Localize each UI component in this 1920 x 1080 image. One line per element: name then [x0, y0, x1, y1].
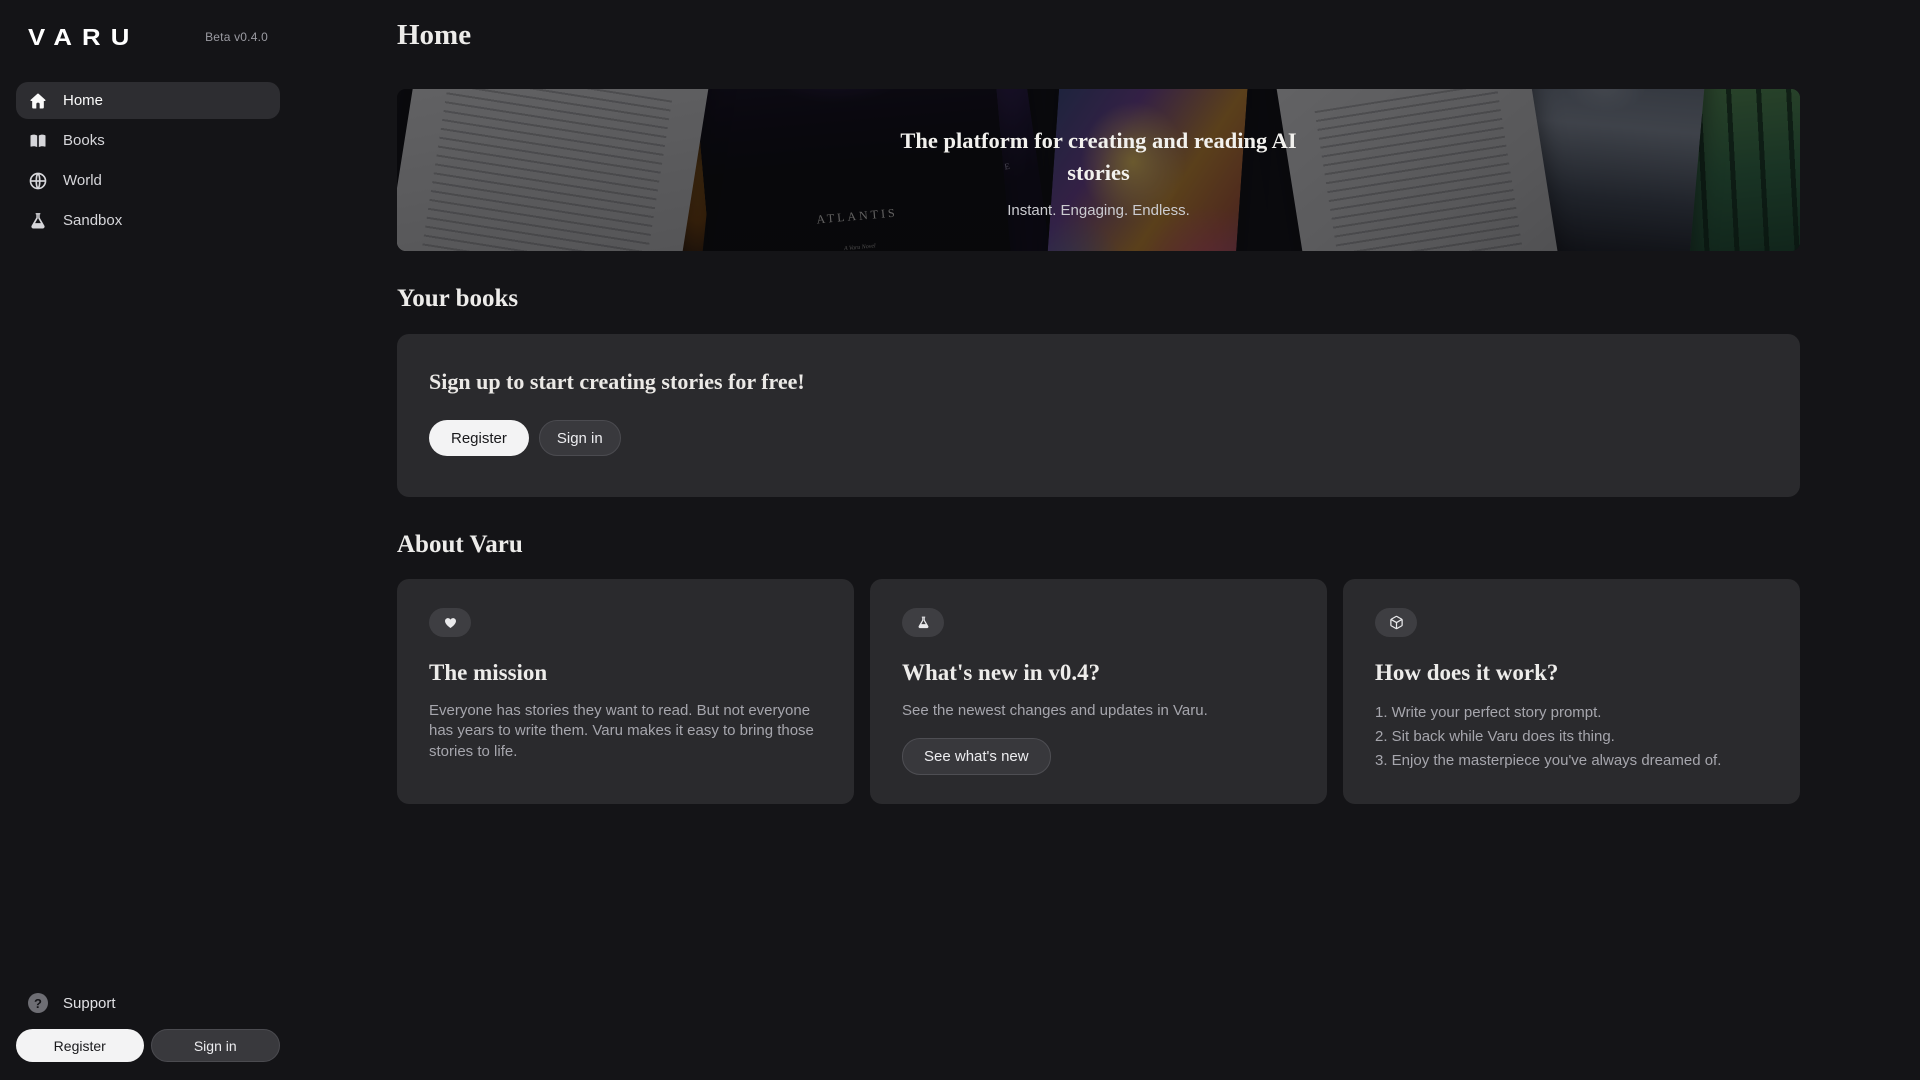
sidebar-item-home[interactable]: Home — [16, 82, 280, 119]
beta-version-label: Beta v0.4.0 — [205, 30, 268, 44]
sidebar-item-label: Home — [63, 92, 103, 109]
about-card-whats-new: What's new in v0.4? See the newest chang… — [870, 579, 1327, 804]
sidebar-item-sandbox[interactable]: Sandbox — [16, 202, 280, 239]
sidebar-auth-buttons: Register Sign in — [16, 1029, 280, 1062]
see-whats-new-button[interactable]: See what's new — [902, 738, 1051, 775]
about-card-title: How does it work? — [1375, 660, 1768, 686]
signup-message: Sign up to start creating stories for fr… — [429, 369, 1768, 395]
logo-row: VARU Beta v0.4.0 — [16, 16, 280, 54]
hero-subtitle: Instant. Engaging. Endless. — [1007, 202, 1190, 219]
sidebar-item-label: World — [63, 172, 102, 189]
how-it-works-steps: 1. Write your perfect story prompt. 2. S… — [1375, 701, 1768, 773]
sidebar-nav: Home Books World Sandbox — [16, 82, 280, 239]
support-label: Support — [63, 995, 116, 1012]
hero-content: The platform for creating and reading AI… — [397, 89, 1800, 251]
cube-icon — [1389, 615, 1404, 630]
about-card-title: The mission — [429, 660, 822, 686]
step-item: 2. Sit back while Varu does its thing. — [1375, 725, 1768, 749]
home-icon — [28, 91, 48, 111]
support-button[interactable]: Support — [16, 987, 280, 1019]
signup-register-button[interactable]: Register — [429, 420, 529, 456]
help-circle-icon — [28, 993, 48, 1013]
flask-icon — [28, 211, 48, 231]
sidebar-bottom: Support Register Sign in — [16, 987, 280, 1062]
signup-card: Sign up to start creating stories for fr… — [397, 334, 1800, 497]
step-item: 3. Enjoy the masterpiece you've always d… — [1375, 749, 1768, 773]
sidebar-item-books[interactable]: Books — [16, 122, 280, 159]
about-heading: About Varu — [397, 531, 1800, 559]
globe-icon — [28, 171, 48, 191]
main-content: Home 10,000 MEN ON MARS, 100 MEN IN THE … — [296, 0, 1920, 1080]
about-card-body: Everyone has stories they want to read. … — [429, 701, 822, 762]
about-card-title: What's new in v0.4? — [902, 660, 1295, 686]
hero-title: The platform for creating and reading AI… — [879, 125, 1319, 189]
hero-banner: 10,000 MEN ON MARS, 100 MEN IN THE DIRT … — [397, 89, 1800, 251]
sidebar-item-label: Books — [63, 132, 105, 149]
step-item: 1. Write your perfect story prompt. — [1375, 701, 1768, 725]
icon-pill — [902, 608, 944, 637]
sidebar-item-label: Sandbox — [63, 212, 122, 229]
signup-actions: Register Sign in — [429, 420, 1768, 456]
your-books-heading: Your books — [397, 285, 1800, 313]
varu-logo[interactable]: VARU — [28, 24, 139, 51]
sidebar: VARU Beta v0.4.0 Home Books World Sandbo… — [0, 0, 296, 1080]
about-card-how-it-works: How does it work? 1. Write your perfect … — [1343, 579, 1800, 804]
signup-signin-button[interactable]: Sign in — [539, 420, 621, 456]
sidebar-item-world[interactable]: World — [16, 162, 280, 199]
page-title: Home — [397, 19, 1800, 52]
signin-button[interactable]: Sign in — [151, 1029, 281, 1062]
icon-pill — [429, 608, 471, 637]
heart-icon — [443, 615, 458, 630]
about-card-mission: The mission Everyone has stories they wa… — [397, 579, 854, 804]
flask-icon — [916, 615, 931, 630]
register-button[interactable]: Register — [16, 1029, 144, 1062]
about-card-body: See the newest changes and updates in Va… — [902, 701, 1295, 721]
book-open-icon — [28, 131, 48, 151]
about-cards: The mission Everyone has stories they wa… — [397, 579, 1800, 804]
icon-pill — [1375, 608, 1417, 637]
